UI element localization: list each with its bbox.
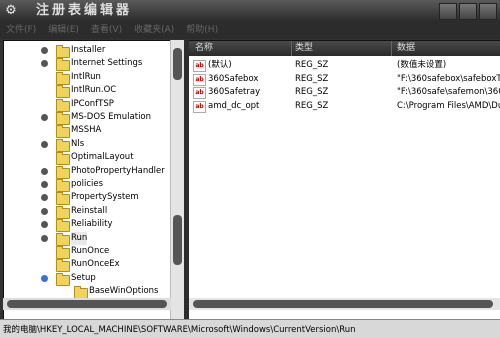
value-name: amd_dc_opt xyxy=(208,100,260,111)
value-data: "F:\360safe\safemon\360 xyxy=(397,87,500,97)
tree-scroll-thumb-lower[interactable] xyxy=(173,215,182,265)
value-type: REG_SZ xyxy=(295,60,329,70)
folder-icon xyxy=(56,219,70,233)
value-list-pane[interactable]: 名称 类型 数据 ab (默认) REG_SZ (数值未设置) ab 360Safebox… xyxy=(189,40,500,323)
menu-help[interactable]: 帮助(H) xyxy=(180,22,224,39)
value-row[interactable]: ab (默认) REG_SZ (数值未设置) xyxy=(189,59,500,72)
string-value-icon: ab xyxy=(193,100,206,113)
tree-item-label[interactable]: Installer xyxy=(71,44,105,57)
value-row[interactable]: ab 360Safetray REG_SZ "F:\360safe\safemon\3… xyxy=(189,86,500,99)
maximize-button[interactable] xyxy=(459,3,477,20)
folder-icon xyxy=(56,138,70,152)
tree-expander-icon[interactable] xyxy=(41,221,48,229)
folder-icon xyxy=(56,246,70,259)
tree-item-label[interactable]: Nls xyxy=(71,138,84,151)
tree-item-label[interactable]: RunOnceEx xyxy=(71,258,120,271)
folder-icon xyxy=(56,192,70,206)
list-hscroll-thumb[interactable] xyxy=(193,300,493,308)
column-header-data[interactable]: 数据 xyxy=(397,41,497,56)
tree-item-label[interactable]: policies xyxy=(71,178,103,191)
tree-item-label[interactable]: PropertySystem xyxy=(71,191,139,204)
tree-vertical-scrollbar[interactable] xyxy=(170,40,184,322)
tree-item-label[interactable]: Reliability xyxy=(71,218,113,231)
tree-item-label[interactable]: RunOnce xyxy=(71,245,109,258)
tree-item-label[interactable]: BaseWinOptions xyxy=(89,285,158,298)
value-data: C:\Program Files\AMD\Du xyxy=(397,100,500,111)
value-type: REG_SZ xyxy=(295,100,329,111)
tree-expander-icon[interactable] xyxy=(41,60,48,68)
string-value-icon: ab xyxy=(193,73,206,86)
string-value-icon: ab xyxy=(193,60,206,72)
value-row[interactable]: ab amd_dc_opt REG_SZ C:\Program Files\AMD\D… xyxy=(189,100,500,113)
folder-icon xyxy=(56,58,70,72)
value-data: "F:\360safebox\safeboxT xyxy=(397,73,500,84)
folder-icon xyxy=(56,45,70,58)
key-tree-pane[interactable]: Installer Internet Settings IntlRun IntlRun… xyxy=(3,40,185,324)
window-title: 注册表编辑器 xyxy=(36,3,133,18)
tree-item-label[interactable]: IPConfTSP xyxy=(71,98,114,111)
tree-item-label[interactable]: MS-DOS Emulation xyxy=(71,111,151,124)
tree-item-label[interactable]: IntlRun.OC xyxy=(71,84,116,97)
tree-expander-icon[interactable] xyxy=(41,167,48,175)
tree-scroll-thumb[interactable] xyxy=(173,48,182,80)
folder-icon xyxy=(56,165,70,179)
tree-item-label[interactable]: MSSHA xyxy=(71,124,101,137)
value-type: REG_SZ xyxy=(295,73,329,84)
minimize-button[interactable] xyxy=(439,3,457,20)
value-name: (默认) xyxy=(208,60,232,70)
value-type: REG_SZ xyxy=(295,87,329,97)
folder-icon xyxy=(56,259,70,273)
menu-edit[interactable]: 编辑(E) xyxy=(42,22,85,39)
folder-icon xyxy=(56,152,70,166)
tree-item-label[interactable]: PhotoPropertyHandler xyxy=(71,165,165,178)
value-row[interactable]: ab 360Safebox REG_SZ "F:\360safebox\safebox… xyxy=(189,73,500,86)
tree-item-label[interactable]: OptimalLayout xyxy=(71,151,134,164)
folder-icon xyxy=(56,205,70,219)
title-bar[interactable]: ⚙ 注册表编辑器 xyxy=(0,0,500,22)
menu-favorites[interactable]: 收藏夹(A) xyxy=(128,22,180,39)
folder-icon xyxy=(56,98,70,112)
tree-expander-icon[interactable] xyxy=(41,181,48,188)
tree-item-label[interactable]: Run xyxy=(71,231,88,245)
column-header-type[interactable]: 类型 xyxy=(295,41,392,56)
tree-expander-icon[interactable] xyxy=(41,140,48,148)
tree-item-label[interactable]: Setup xyxy=(71,272,96,285)
tree-horizontal-scrollbar[interactable] xyxy=(3,298,171,310)
tree-expander-icon[interactable] xyxy=(41,274,48,282)
window-controls xyxy=(439,3,497,20)
folder-icon xyxy=(56,85,70,99)
tree-item-label[interactable]: Reinstall xyxy=(71,205,107,218)
tree-expander-icon[interactable] xyxy=(41,207,48,215)
tree-item-label[interactable]: IntlRun xyxy=(71,71,101,84)
list-horizontal-scrollbar[interactable] xyxy=(189,298,500,310)
folder-icon xyxy=(56,179,70,192)
tree-expander-icon[interactable] xyxy=(41,234,48,242)
status-path: 我的电脑\HKEY_LOCAL_MACHINE\SOFTWARE\Microso… xyxy=(3,325,356,335)
folder-icon xyxy=(56,71,70,85)
folder-icon xyxy=(56,232,70,246)
folder-icon xyxy=(56,112,70,125)
tree-expander-icon[interactable] xyxy=(41,194,48,202)
registry-editor-icon: ⚙ xyxy=(5,3,17,18)
close-button[interactable] xyxy=(479,3,497,20)
menu-bar: 文件(F) 编辑(E) 查看(V) 收藏夹(A) 帮助(H) xyxy=(0,22,500,39)
folder-icon xyxy=(56,272,70,286)
menu-view[interactable]: 查看(V) xyxy=(85,22,128,39)
registry-editor-window: ⚙ 注册表编辑器 文件(F) 编辑(E) 查看(V) 收藏夹(A) 帮助(H) … xyxy=(0,0,500,338)
value-data: (数值未设置) xyxy=(397,60,447,70)
menu-file[interactable]: 文件(F) xyxy=(0,22,42,39)
value-name: 360Safebox xyxy=(208,73,259,84)
folder-icon xyxy=(56,125,70,139)
tree-expander-icon[interactable] xyxy=(41,47,48,54)
list-header: 名称 类型 数据 xyxy=(189,41,500,56)
status-bar: 我的电脑\HKEY_LOCAL_MACHINE\SOFTWARE\Microso… xyxy=(0,319,500,338)
tree-hscroll-thumb[interactable] xyxy=(7,300,167,308)
string-value-icon: ab xyxy=(193,87,206,99)
column-header-name[interactable]: 名称 xyxy=(195,41,292,56)
tree-item-label[interactable]: Internet Settings xyxy=(71,57,142,70)
value-name: 360Safetray xyxy=(208,87,261,97)
tree-expander-icon[interactable] xyxy=(41,114,48,121)
